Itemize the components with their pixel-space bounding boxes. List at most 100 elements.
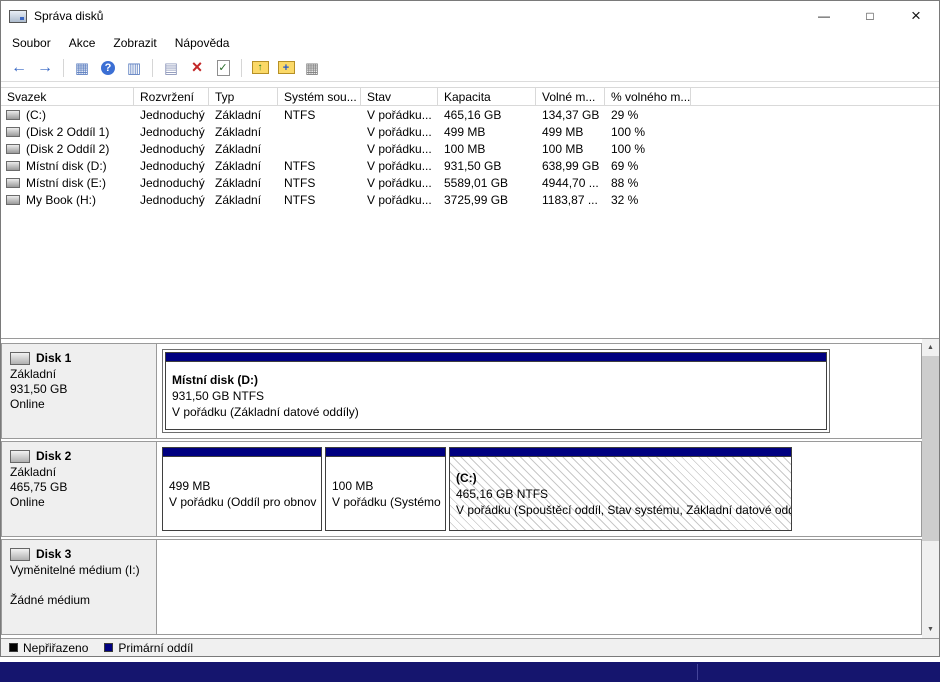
folder-up-icon[interactable] [248,57,272,79]
volume-cell: (Disk 2 Oddíl 1) [1,125,134,139]
disk-row[interactable]: Disk 3 Vyměnitelné médium (I:) Žádné médiu… [1,539,922,635]
properties-icon[interactable] [159,57,183,79]
volume-cell: Základní [209,125,278,139]
scrollbar[interactable] [922,339,939,638]
legend-label: Nepřiřazeno [23,641,88,655]
disk-label: Disk 2 Základní465,75 GBOnline [2,442,157,536]
console-window-icon[interactable] [70,57,94,79]
volume-name: Místní disk (E:) [26,176,106,190]
new-folder-icon[interactable] [274,57,298,79]
partition[interactable]: 499 MBV pořádku (Oddíl pro obnov [162,447,322,531]
column-header-4[interactable]: Stav [361,88,438,105]
disk-label: Disk 3 Vyměnitelné médium (I:) Žádné médiu… [2,540,157,634]
forward-icon[interactable] [33,57,57,79]
window-title: Správa disků [34,9,103,23]
toolbar-separator [241,59,242,77]
help-icon[interactable] [96,57,120,79]
volume-cell: 88 % [605,176,691,190]
maximize-button[interactable]: □ [847,1,893,31]
disk-info-line: Vyměnitelné médium (I:) [10,563,148,578]
disk-info-line: Žádné médium [10,593,148,608]
column-header-6[interactable]: Volné m... [536,88,605,105]
volume-cell: 638,99 GB [536,159,605,173]
delete-icon[interactable] [185,57,209,79]
disk-info-line: 465,75 GB [10,480,148,495]
titlebar: Správa disků — □ × [1,1,939,31]
menu-item-3[interactable]: Nápověda [166,33,239,53]
volume-cell: Místní disk (E:) [1,176,134,190]
disk-title: Disk 2 [10,449,148,463]
volume-cell: NTFS [278,193,361,207]
console-tree-icon[interactable] [122,57,146,79]
volume-row[interactable]: (Disk 2 Oddíl 2)JednoduchýZákladníV pořá… [1,140,939,157]
volume-cell: Základní [209,193,278,207]
disk-rows: Disk 1Základní931,50 GBOnlineMístní disk… [1,339,922,638]
column-header-5[interactable]: Kapacita [438,88,536,105]
volume-name: My Book (H:) [26,193,96,207]
column-header-3[interactable]: Systém sou... [278,88,361,105]
column-header-fill [691,88,939,105]
back-icon[interactable] [7,57,31,79]
disk-info-line: Online [10,495,148,510]
disk-area: 499 MBV pořádku (Oddíl pro obnov100 MBV … [157,442,921,536]
volume-cell: Jednoduchý [134,193,209,207]
disk-title: Disk 3 [10,547,148,561]
check-document-icon[interactable] [211,57,235,79]
partition-body: 100 MBV pořádku (Systémo [326,457,445,530]
toolbar-separator [152,59,153,77]
disk-management-window: Správa disků — □ × SouborAkceZobrazitNáp… [0,0,940,657]
column-header-7[interactable]: % volného m... [605,88,691,105]
column-header-0[interactable]: Svazek [1,88,134,105]
volume-cell: 100 % [605,142,691,156]
volume-cell: 134,37 GB [536,108,605,122]
menu-item-1[interactable]: Akce [60,33,105,53]
volume-icon [6,110,20,120]
partition-color-strip [326,448,445,457]
partition-body: Místní disk (D:)931,50 GB NTFSV pořádku … [166,362,826,429]
minimize-button[interactable]: — [801,1,847,31]
partition[interactable]: 100 MBV pořádku (Systémo [325,447,446,531]
disk-name: Disk 2 [36,449,71,463]
volume-cell: 3725,99 GB [438,193,536,207]
taskbar[interactable] [0,662,940,682]
disk-area [157,540,921,634]
close-button[interactable]: × [893,1,939,31]
scroll-thumb[interactable] [922,356,939,541]
legend-swatch [104,643,113,652]
volume-row[interactable]: (C:)JednoduchýZákladníNTFSV pořádku...46… [1,106,939,123]
volume-row[interactable]: (Disk 2 Oddíl 1)JednoduchýZákladníV pořá… [1,123,939,140]
partition-line: V pořádku (Systémo [332,494,439,510]
volume-row[interactable]: Místní disk (E:)JednoduchýZákladníNTFSV … [1,174,939,191]
partition[interactable]: (C:)465,16 GB NTFSV pořádku (Spouštěcí o… [449,447,792,531]
column-header-2[interactable]: Typ [209,88,278,105]
partition[interactable]: Místní disk (D:)931,50 GB NTFSV pořádku … [165,352,827,430]
volume-cell: 4944,70 ... [536,176,605,190]
volume-row[interactable]: Místní disk (D:)JednoduchýZákladníNTFSV … [1,157,939,174]
volume-cell: V pořádku... [361,142,438,156]
partition-color-strip [450,448,791,457]
menu-item-0[interactable]: Soubor [3,33,60,53]
column-header-1[interactable]: Rozvržení [134,88,209,105]
scroll-up-icon[interactable] [922,339,939,356]
app-icon [9,10,27,23]
disk-row[interactable]: Disk 1Základní931,50 GBOnlineMístní disk… [1,343,922,439]
details-view-icon[interactable] [300,57,324,79]
volume-name: (Disk 2 Oddíl 2) [26,142,109,156]
volume-cell: 69 % [605,159,691,173]
volume-cell: (C:) [1,108,134,122]
menu-item-2[interactable]: Zobrazit [104,33,165,53]
disk-info-line: Online [10,397,148,412]
volume-cell: 1183,87 ... [536,193,605,207]
volume-cell: NTFS [278,108,361,122]
volume-cell: 931,50 GB [438,159,536,173]
scroll-down-icon[interactable] [922,621,939,638]
volume-cell: V pořádku... [361,176,438,190]
volume-cell: V pořádku... [361,159,438,173]
disk-row[interactable]: Disk 2 Základní465,75 GBOnline 499 MBV poř… [1,441,922,537]
disk-info-line: Základní [10,465,148,480]
volume-name: (C:) [26,108,46,122]
volume-icon [6,178,20,188]
volume-row[interactable]: My Book (H:)JednoduchýZákladníNTFSV pořá… [1,191,939,208]
partition-color-strip [163,448,321,457]
volume-cell: 100 MB [438,142,536,156]
